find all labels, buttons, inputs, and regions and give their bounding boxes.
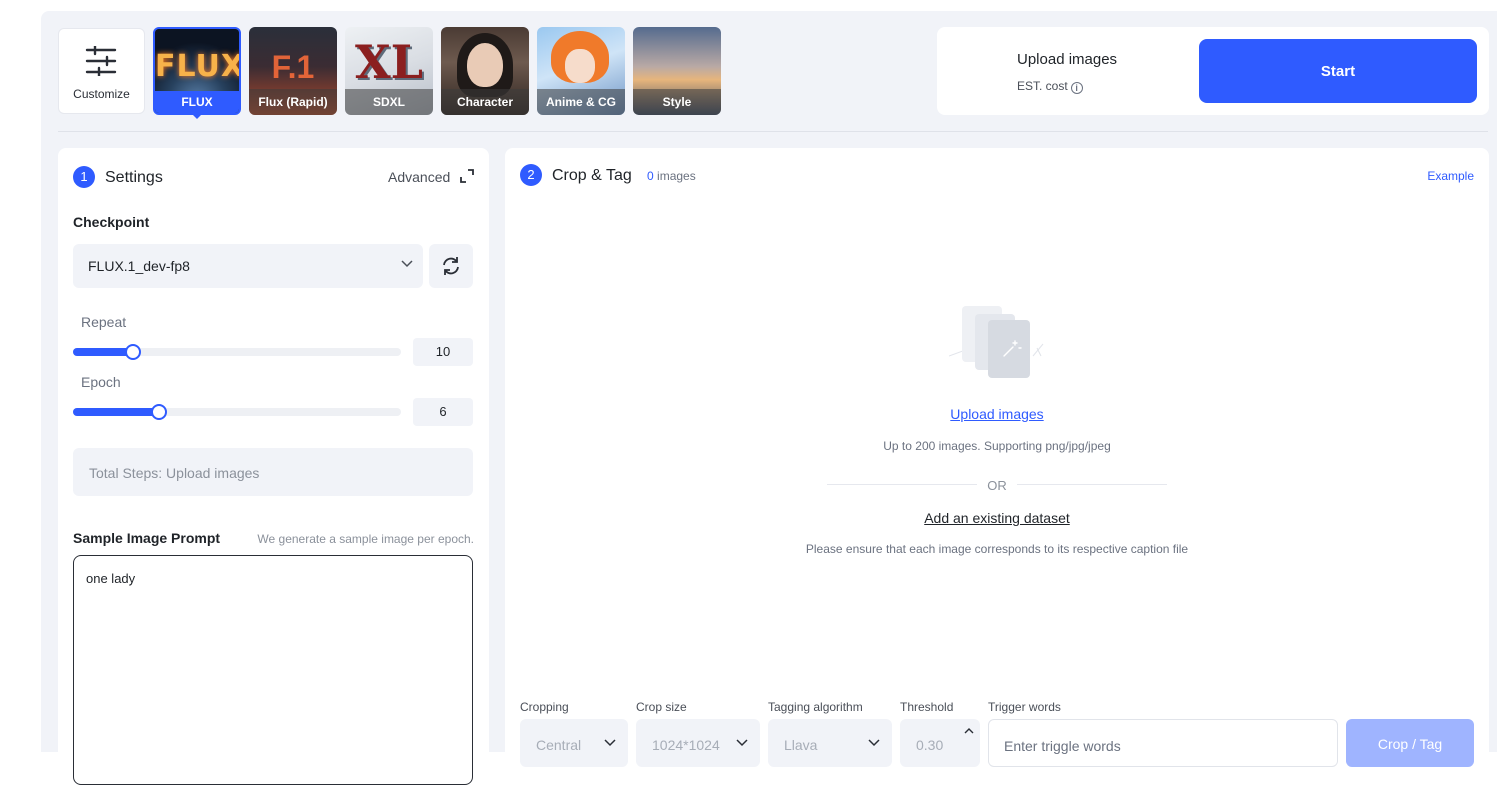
preset-style[interactable]: Style — [633, 27, 721, 115]
add-dataset-link[interactable]: Add an existing dataset — [505, 510, 1489, 526]
example-link[interactable]: Example — [1427, 169, 1474, 183]
checkpoint-label: Checkpoint — [73, 214, 150, 230]
preset-label: SDXL — [345, 89, 433, 115]
info-icon[interactable]: i — [1070, 82, 1083, 94]
preset-label: Character — [441, 89, 529, 115]
refresh-icon — [443, 257, 459, 275]
active-preset-pointer — [192, 114, 202, 119]
preset-label: FLUX — [155, 91, 239, 113]
cropping-label: Cropping — [520, 700, 569, 714]
customize-label: Customize — [73, 87, 130, 101]
upload-images-illustration — [949, 306, 1044, 378]
chevron-up-icon[interactable] — [964, 727, 974, 734]
crop-size-label: Crop size — [636, 700, 687, 714]
threshold-value: 0.30 — [916, 737, 944, 753]
total-steps-text: Total Steps: Upload images — [89, 465, 260, 481]
preset-flux-rapid[interactable]: F.1 Flux (Rapid) — [249, 27, 337, 115]
sliders-icon — [85, 46, 117, 76]
sample-prompt-label: Sample Image Prompt — [73, 530, 221, 546]
epoch-slider[interactable] — [73, 404, 401, 420]
chevron-down-icon — [604, 739, 616, 747]
cropping-select[interactable]: Central — [520, 719, 628, 767]
dataset-hint: Please ensure that each image correspond… — [805, 542, 1189, 556]
sample-prompt-hint: We generate a sample image per epoch. — [257, 532, 474, 546]
est-cost: EST. cost i — [1017, 79, 1083, 94]
step-badge: 2 — [520, 164, 542, 186]
or-text: OR — [987, 478, 1007, 493]
advanced-toggle[interactable]: Advanced — [388, 169, 475, 185]
image-count: 0 images — [647, 169, 696, 183]
repeat-label: Repeat — [81, 314, 127, 330]
repeat-input[interactable]: 10 — [413, 338, 473, 366]
crop-size-select[interactable]: 1024*1024 — [636, 719, 760, 767]
upload-hint: Up to 200 images. Supporting png/jpg/jpe… — [883, 439, 1111, 453]
cropping-value: Central — [536, 737, 582, 753]
preset-label: Style — [633, 89, 721, 115]
est-cost-label: EST. cost — [1017, 79, 1068, 93]
preset-sdxl[interactable]: XL SDXL — [345, 27, 433, 115]
checkpoint-select[interactable]: FLUX.1_dev-fp8 — [73, 244, 423, 288]
lora-trainer-app: Customize FLUX FLUX F.1 Flux (Rapid) XL … — [41, 11, 1497, 785]
refresh-button[interactable] — [429, 244, 473, 288]
upload-images-link[interactable]: Upload images — [505, 406, 1489, 422]
sample-prompt-input[interactable] — [73, 555, 473, 785]
repeat-slider-handle[interactable] — [125, 344, 142, 360]
customize-button[interactable]: Customize — [58, 28, 145, 114]
image-count-number: 0 — [647, 169, 654, 183]
image-count-suffix: images — [657, 169, 696, 183]
epoch-fill — [73, 408, 159, 416]
step-badge: 1 — [73, 166, 95, 188]
flux-rapid-logo-text: F.1 — [271, 49, 315, 85]
flux-logo-text: FLUX — [155, 49, 241, 84]
repeat-fill — [73, 348, 134, 356]
advanced-label: Advanced — [388, 169, 451, 185]
repeat-slider[interactable] — [73, 344, 401, 360]
trigger-words-label: Trigger words — [988, 700, 1061, 714]
crop-tag-panel: 2 Crop & Tag 0 images Example Upload ima… — [505, 148, 1489, 768]
preset-label: Anime & CG — [537, 89, 625, 115]
settings-title: Settings — [105, 169, 163, 186]
preset-flux[interactable]: FLUX FLUX — [153, 27, 241, 115]
crop-tag-button[interactable]: Crop / Tag — [1346, 719, 1474, 767]
threshold-label: Threshold — [900, 700, 954, 714]
checkpoint-value: FLUX.1_dev-fp8 — [88, 258, 190, 274]
settings-panel: 1 Settings Advanced Checkpoint FLUX.1_de… — [58, 148, 489, 785]
sdxl-logo-text: XL — [354, 35, 424, 89]
upload-status-title: Upload images — [1017, 51, 1118, 68]
start-button[interactable]: Start — [1199, 39, 1477, 103]
trigger-words-input[interactable]: Enter triggle words — [988, 719, 1338, 767]
crop-size-value: 1024*1024 — [652, 737, 720, 753]
crop-tag-button-label: Crop / Tag — [1377, 736, 1443, 752]
epoch-label: Epoch — [81, 374, 121, 390]
chevron-down-icon — [868, 739, 880, 747]
preset-anime-cg[interactable]: Anime & CG — [537, 27, 625, 115]
preset-label: Flux (Rapid) — [249, 89, 337, 115]
tagging-value: Llava — [784, 737, 818, 753]
chevron-down-icon — [401, 260, 413, 268]
tagging-label: Tagging algorithm — [768, 700, 863, 714]
epoch-slider-handle[interactable] — [150, 404, 167, 420]
tagging-select[interactable]: Llava — [768, 719, 892, 767]
preset-character[interactable]: Character — [441, 27, 529, 115]
epoch-input[interactable]: 6 — [413, 398, 473, 426]
crop-tag-title: Crop & Tag — [552, 167, 632, 184]
threshold-input[interactable]: 0.30 — [900, 719, 980, 767]
divider — [58, 131, 1488, 132]
start-panel: Upload images EST. cost i Start — [937, 27, 1489, 115]
expand-icon — [460, 169, 475, 183]
chevron-down-icon — [736, 739, 748, 747]
total-steps-box: Total Steps: Upload images — [73, 448, 473, 496]
